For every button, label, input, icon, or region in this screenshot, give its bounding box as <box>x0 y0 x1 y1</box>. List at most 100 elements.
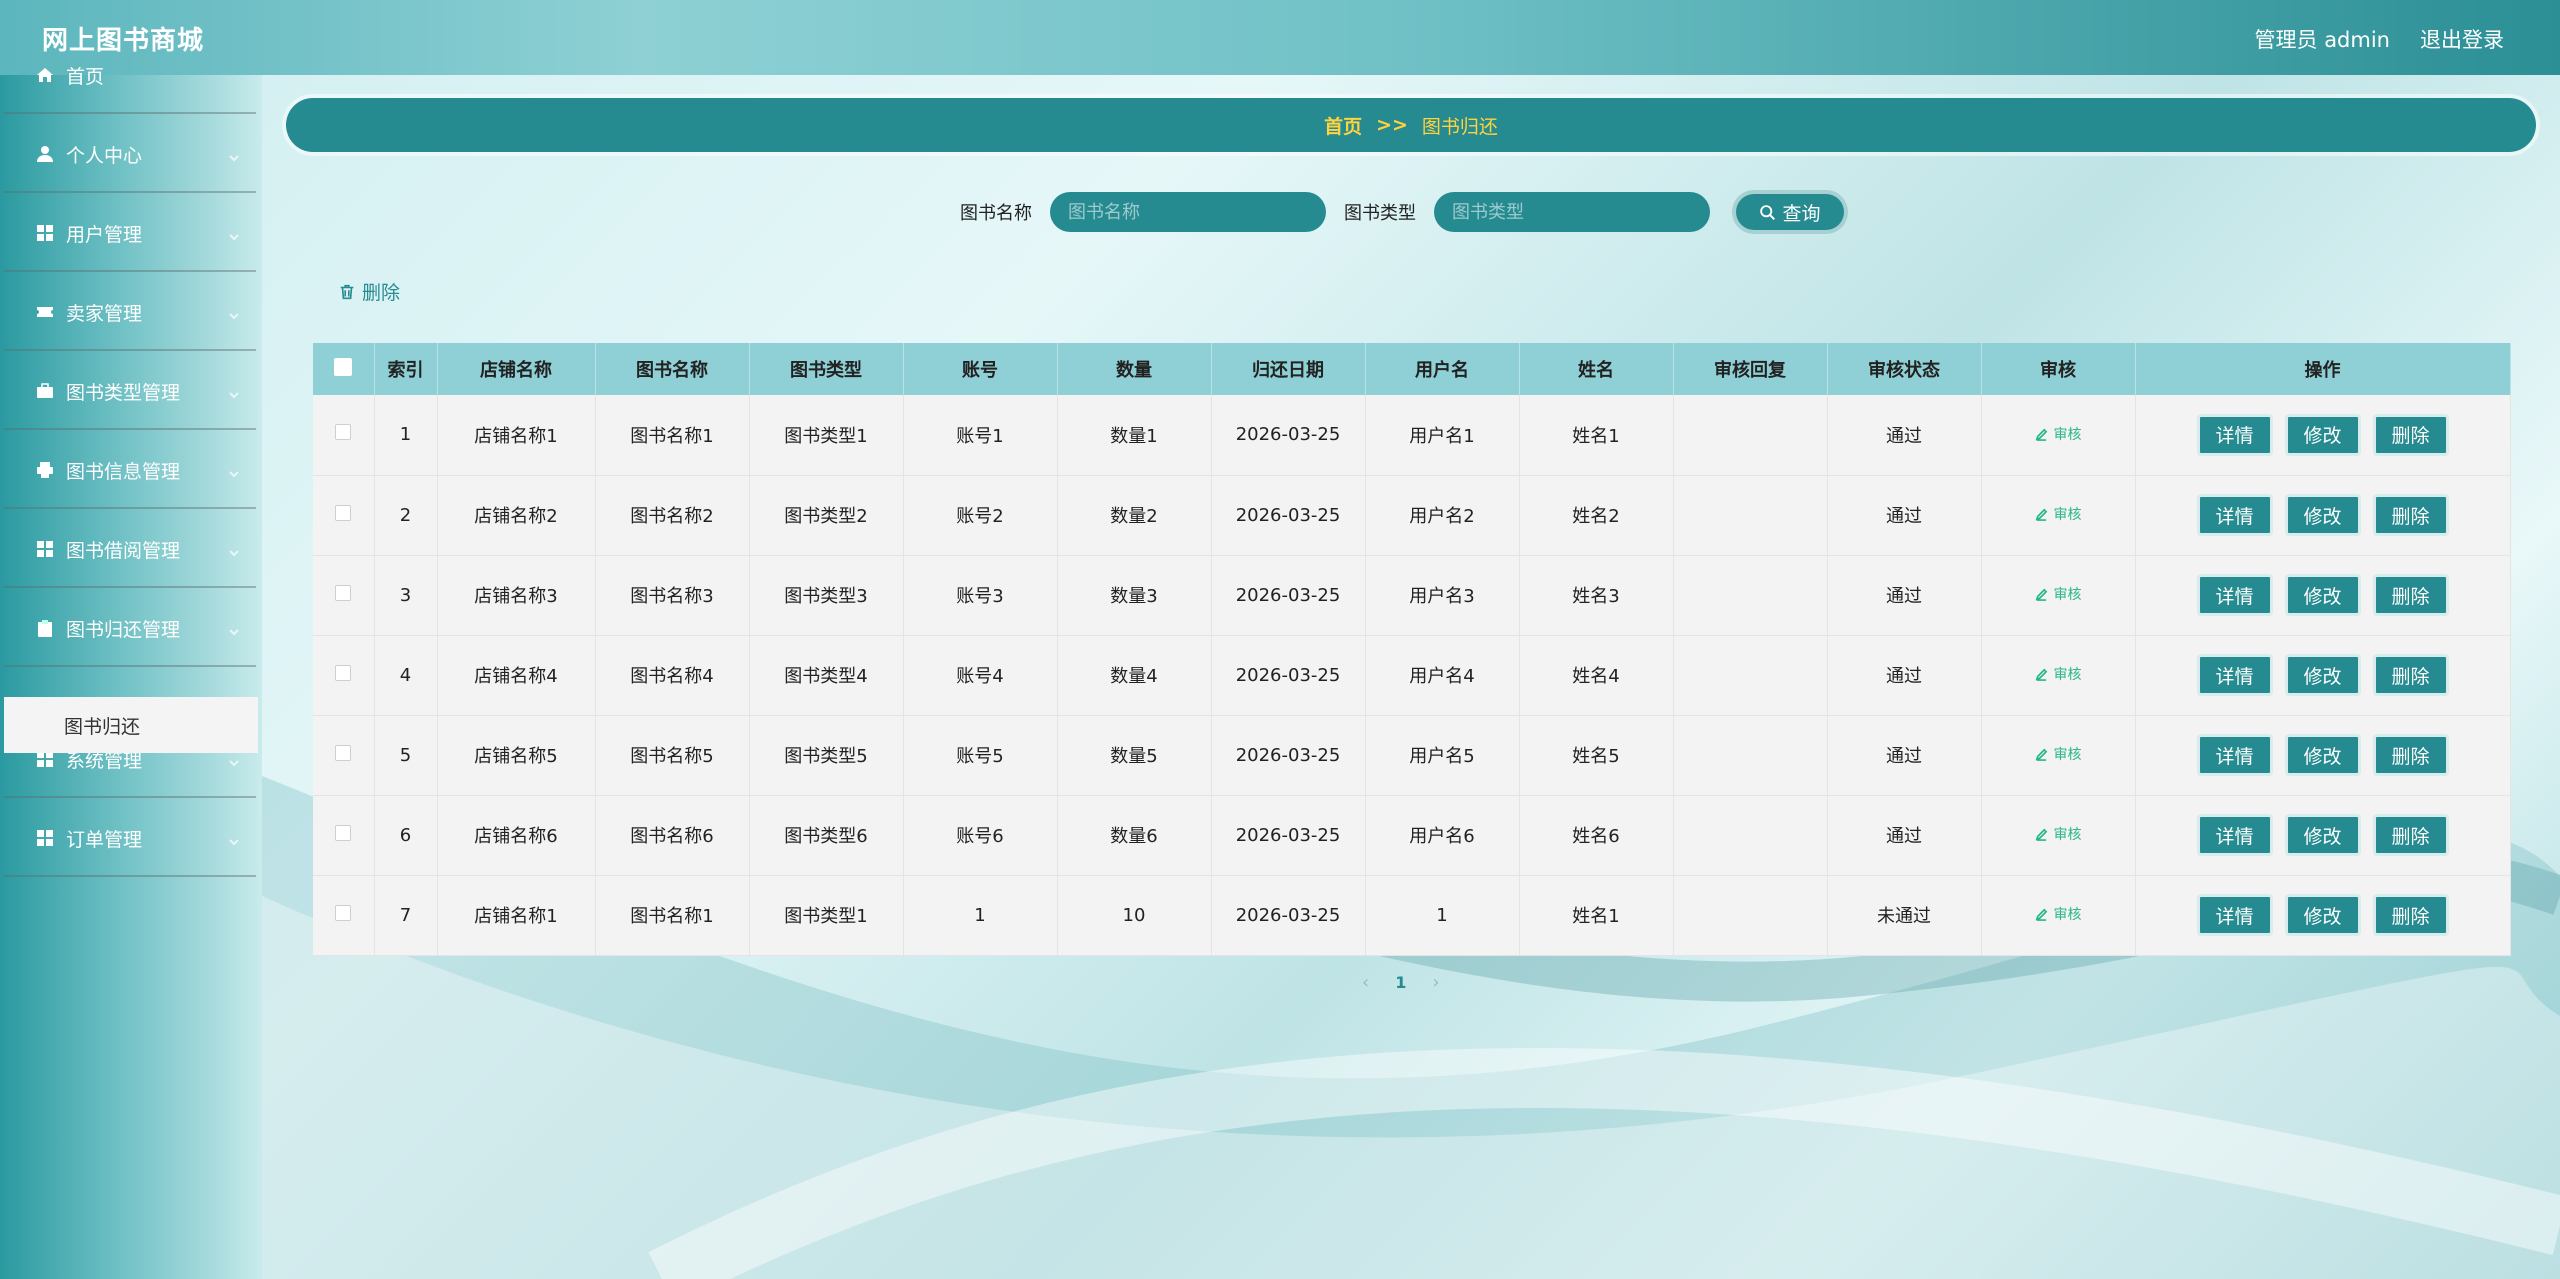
next-page-button[interactable]: › <box>1432 972 1439 993</box>
table-cell: 数量4 <box>1057 635 1212 716</box>
prev-page-button[interactable]: ‹ <box>1362 972 1369 993</box>
table-cell: 用户名3 <box>1365 555 1520 636</box>
delete-button[interactable]: 删除 <box>2372 734 2449 776</box>
audit-link[interactable]: 审核 <box>2035 424 2082 444</box>
table-cell: 店铺名称3 <box>437 555 596 636</box>
edit-button[interactable]: 修改 <box>2284 494 2361 536</box>
chevron-down-icon <box>228 463 240 478</box>
table-cell: 姓名6 <box>1519 795 1674 876</box>
sidebar-item-6[interactable]: 图书信息管理 <box>4 433 256 509</box>
delete-button[interactable]: 删除 <box>2372 494 2449 536</box>
audit-link[interactable]: 审核 <box>2035 584 2082 604</box>
sidebar-item-4[interactable]: 卖家管理 <box>4 275 256 351</box>
delete-button[interactable]: 删除 <box>2372 814 2449 856</box>
row-checkbox[interactable] <box>335 664 352 681</box>
sidebar-item-1[interactable]: 首页 <box>4 38 256 114</box>
detail-button[interactable]: 详情 <box>2196 413 2273 456</box>
table-cell: 账号6 <box>903 795 1058 876</box>
delete-button[interactable]: 删除 <box>2372 413 2449 456</box>
user-icon <box>36 145 54 163</box>
column-header: 审核 <box>1981 343 2136 395</box>
row-checkbox[interactable] <box>335 744 352 761</box>
table-cell: 图书名称4 <box>595 635 750 716</box>
book-type-label: 图书类型 <box>1344 203 1416 224</box>
operations-cell: 详情 修改 删除 <box>2135 875 2511 956</box>
batch-delete-button[interactable]: 删除 <box>338 278 400 305</box>
delete-button[interactable]: 删除 <box>2372 654 2449 696</box>
sidebar-item-3[interactable]: 用户管理 <box>4 196 256 272</box>
select-all-header <box>313 343 375 395</box>
detail-button[interactable]: 详情 <box>2196 894 2273 936</box>
admin-user-label[interactable]: 管理员 admin <box>2255 24 2390 54</box>
audit-link[interactable]: 审核 <box>2035 744 2082 764</box>
table-cell: 图书名称1 <box>595 875 750 956</box>
table-cell: 店铺名称2 <box>437 475 596 556</box>
operations-cell: 详情 修改 删除 <box>2135 555 2511 636</box>
breadcrumb-home[interactable]: 首页 <box>1324 112 1362 139</box>
table-cell: 店铺名称5 <box>437 715 596 796</box>
table-cell: 6 <box>374 795 438 876</box>
table-cell: 账号5 <box>903 715 1058 796</box>
edit-button[interactable]: 修改 <box>2284 894 2361 936</box>
sidebar-subitem-book-return[interactable]: 图书归还 <box>4 697 258 753</box>
book-type-input[interactable] <box>1434 192 1710 232</box>
audit-cell: 审核 <box>1981 395 2136 476</box>
query-button[interactable]: 查询 <box>1732 190 1848 234</box>
edit-button[interactable]: 修改 <box>2284 574 2361 616</box>
delete-button[interactable]: 删除 <box>2372 894 2449 936</box>
sidebar-item-label: 卖家管理 <box>66 302 143 325</box>
detail-button[interactable]: 详情 <box>2196 734 2273 776</box>
table-cell: 2026-03-25 <box>1211 795 1366 876</box>
audit-link[interactable]: 审核 <box>2035 664 2082 684</box>
table-cell: 通过 <box>1827 795 1982 876</box>
delete-button[interactable]: 删除 <box>2372 574 2449 616</box>
sidebar-item-5[interactable]: 图书类型管理 <box>4 354 256 430</box>
audit-link-label: 审核 <box>2053 907 2082 924</box>
table-cell: 图书名称2 <box>595 475 750 556</box>
edit-button[interactable]: 修改 <box>2284 734 2361 776</box>
column-header: 索引 <box>374 343 438 395</box>
row-checkbox[interactable] <box>335 504 352 521</box>
select-all-checkbox[interactable] <box>334 357 353 376</box>
row-checkbox[interactable] <box>335 904 352 921</box>
table-cell <box>1673 875 1828 956</box>
page-number-1[interactable]: 1 <box>1395 973 1406 992</box>
sidebar-item-2[interactable]: 个人中心 <box>4 117 256 193</box>
column-header: 账号 <box>903 343 1058 395</box>
search-icon <box>1760 204 1776 220</box>
column-header: 操作 <box>2135 343 2511 395</box>
table-row: 3 店铺名称3 图书名称3 图书类型3 账号3 数量3 2026-03-25 用户名3 姓名3 通… <box>313 555 2511 636</box>
row-checkbox[interactable] <box>335 824 352 841</box>
table-cell: 图书类型3 <box>749 555 904 636</box>
table-row: 7 店铺名称1 图书名称1 图书类型1 1 10 2026-03-25 1 姓名1 未通过 审核 详情… <box>313 875 2511 956</box>
detail-button[interactable]: 详情 <box>2196 494 2273 536</box>
return-records-table: 索引 店铺名称 图书名称 图书类型 账号 数量 归还日期 用户名 姓名 审核回复 审核状态 审核 操作 … <box>313 343 2511 956</box>
logout-link[interactable]: 退出登录 <box>2420 24 2504 54</box>
detail-button[interactable]: 详情 <box>2196 574 2273 616</box>
column-header: 姓名 <box>1519 343 1674 395</box>
detail-button[interactable]: 详情 <box>2196 814 2273 856</box>
audit-link[interactable]: 审核 <box>2035 504 2082 524</box>
row-checkbox[interactable] <box>335 424 352 441</box>
table-cell: 2026-03-25 <box>1211 715 1366 796</box>
edit-button[interactable]: 修改 <box>2284 654 2361 696</box>
edit-button[interactable]: 修改 <box>2284 814 2361 856</box>
table-cell: 店铺名称1 <box>437 875 596 956</box>
row-select-cell <box>313 475 375 556</box>
query-button-label: 查询 <box>1782 202 1821 225</box>
table-cell: 通过 <box>1827 395 1982 476</box>
table-cell: 通过 <box>1827 475 1982 556</box>
audit-link-label: 审核 <box>2053 747 2082 764</box>
sidebar-item-10[interactable]: 订单管理 <box>4 801 256 877</box>
row-checkbox[interactable] <box>335 584 352 601</box>
sidebar-item-7[interactable]: 图书借阅管理 <box>4 512 256 588</box>
audit-link[interactable]: 审核 <box>2035 904 2082 924</box>
detail-button[interactable]: 详情 <box>2196 654 2273 696</box>
edit-button[interactable]: 修改 <box>2284 413 2361 456</box>
book-name-input[interactable] <box>1050 192 1326 232</box>
table-cell: 2026-03-25 <box>1211 475 1366 556</box>
sidebar-item-8[interactable]: 图书归还管理 <box>4 591 256 667</box>
chevron-down-icon <box>228 305 240 320</box>
audit-link[interactable]: 审核 <box>2035 824 2082 844</box>
sidebar-item-label: 图书信息管理 <box>66 460 181 483</box>
